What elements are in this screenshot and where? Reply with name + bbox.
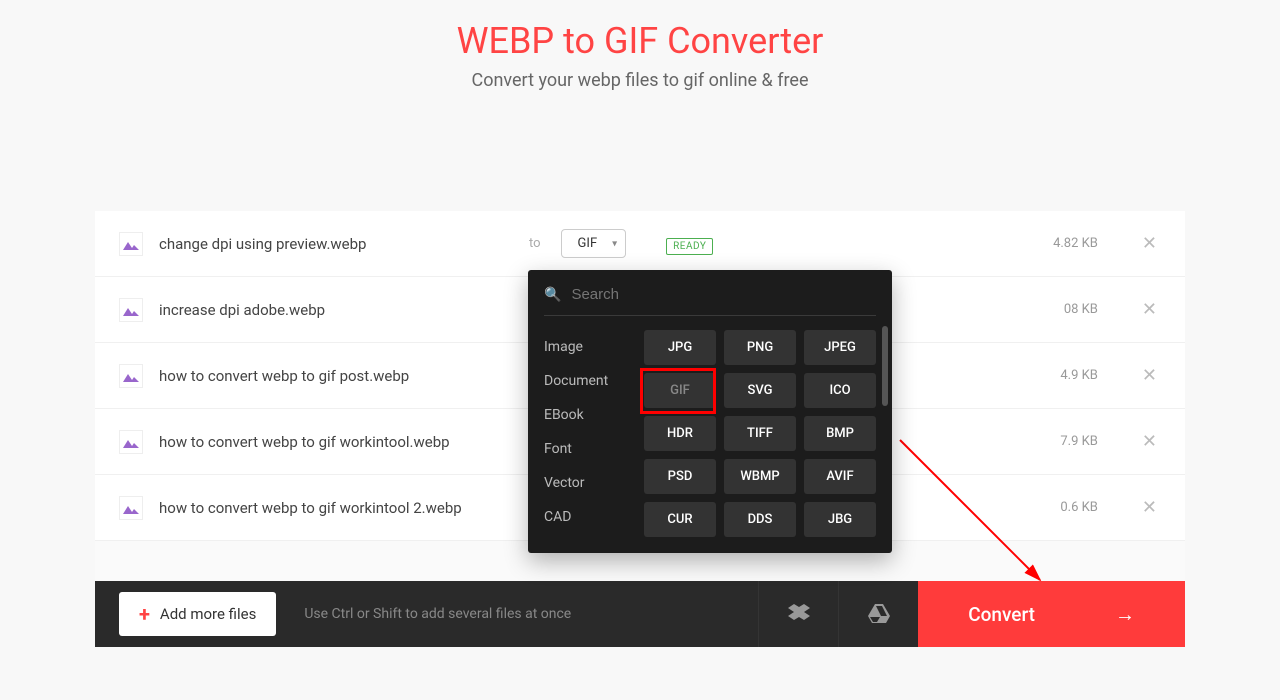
image-icon <box>119 496 143 520</box>
format-jpeg[interactable]: JPEG <box>804 330 876 365</box>
format-avif[interactable]: AVIF <box>804 459 876 494</box>
google-drive-button[interactable] <box>838 581 918 647</box>
file-size: 7.9 KB <box>1060 434 1098 449</box>
format-bmp[interactable]: BMP <box>804 416 876 451</box>
convert-label: Convert <box>968 603 1035 626</box>
add-files-label: Add more files <box>160 605 256 623</box>
format-wbmp[interactable]: WBMP <box>724 459 796 494</box>
file-size: 0.6 KB <box>1060 500 1098 515</box>
arrow-right-icon: → <box>1115 602 1135 627</box>
format-png[interactable]: PNG <box>724 330 796 365</box>
format-tiff[interactable]: TIFF <box>724 416 796 451</box>
category-ebook[interactable]: EBook <box>544 398 644 432</box>
dropbox-icon <box>788 604 810 624</box>
image-icon <box>119 430 143 454</box>
format-dropdown: 🔍 Image Document EBook Font Vector CAD J… <box>528 270 892 553</box>
category-cad[interactable]: CAD <box>544 500 644 534</box>
format-jbg[interactable]: JBG <box>804 502 876 537</box>
dropdown-categories: Image Document EBook Font Vector CAD <box>544 330 644 537</box>
format-psd[interactable]: PSD <box>644 459 716 494</box>
dropdown-search: 🔍 <box>544 286 876 316</box>
file-size: 4.9 KB <box>1060 368 1098 383</box>
hint-text: Use Ctrl or Shift to add several files a… <box>304 606 571 622</box>
format-dds[interactable]: DDS <box>724 502 796 537</box>
format-hdr[interactable]: HDR <box>644 416 716 451</box>
remove-button[interactable]: ✕ <box>1138 361 1161 390</box>
page-title: WEBP to GIF Converter <box>95 20 1185 62</box>
file-name: increase dpi adobe.webp <box>159 301 509 319</box>
dropdown-scrollbar[interactable] <box>882 326 888 406</box>
format-jpg[interactable]: JPG <box>644 330 716 365</box>
format-select[interactable]: GIF▾ <box>561 229 627 258</box>
format-search-input[interactable] <box>571 286 876 303</box>
format-cur[interactable]: CUR <box>644 502 716 537</box>
category-image[interactable]: Image <box>544 330 644 364</box>
format-svg[interactable]: SVG <box>724 373 796 408</box>
file-name: how to convert webp to gif post.webp <box>159 367 509 385</box>
file-size: 08 KB <box>1064 302 1098 317</box>
image-icon <box>119 298 143 322</box>
image-icon <box>119 364 143 388</box>
convert-button[interactable]: Convert → <box>918 581 1185 647</box>
remove-button[interactable]: ✕ <box>1138 493 1161 522</box>
dropbox-button[interactable] <box>758 581 838 647</box>
category-document[interactable]: Document <box>544 364 644 398</box>
remove-button[interactable]: ✕ <box>1138 295 1161 324</box>
file-name: change dpi using preview.webp <box>159 235 509 253</box>
remove-button[interactable]: ✕ <box>1138 427 1161 456</box>
category-font[interactable]: Font <box>544 432 644 466</box>
category-vector[interactable]: Vector <box>544 466 644 500</box>
file-size: 4.82 KB <box>1053 236 1098 251</box>
chevron-down-icon: ▾ <box>612 238 617 249</box>
header: WEBP to GIF Converter Convert your webp … <box>95 0 1185 101</box>
add-files-button[interactable]: + Add more files <box>119 592 276 636</box>
dropdown-formats: JPG PNG JPEG GIF SVG ICO HDR TIFF BMP PS… <box>644 330 876 537</box>
plus-icon: + <box>139 602 150 626</box>
page-subtitle: Convert your webp files to gif online & … <box>95 70 1185 91</box>
status-badge: READY <box>666 234 713 253</box>
format-ico[interactable]: ICO <box>804 373 876 408</box>
image-icon <box>119 232 143 256</box>
file-row: change dpi using preview.webp to GIF▾ RE… <box>95 211 1185 277</box>
search-icon: 🔍 <box>544 287 561 303</box>
to-label: to <box>529 236 541 251</box>
format-gif[interactable]: GIF <box>644 373 716 408</box>
bottom-bar: + Add more files Use Ctrl or Shift to ad… <box>95 581 1185 647</box>
file-name: how to convert webp to gif workintool.we… <box>159 433 509 451</box>
google-drive-icon <box>868 604 890 624</box>
remove-button[interactable]: ✕ <box>1138 229 1161 258</box>
file-name: how to convert webp to gif workintool 2.… <box>159 499 509 517</box>
